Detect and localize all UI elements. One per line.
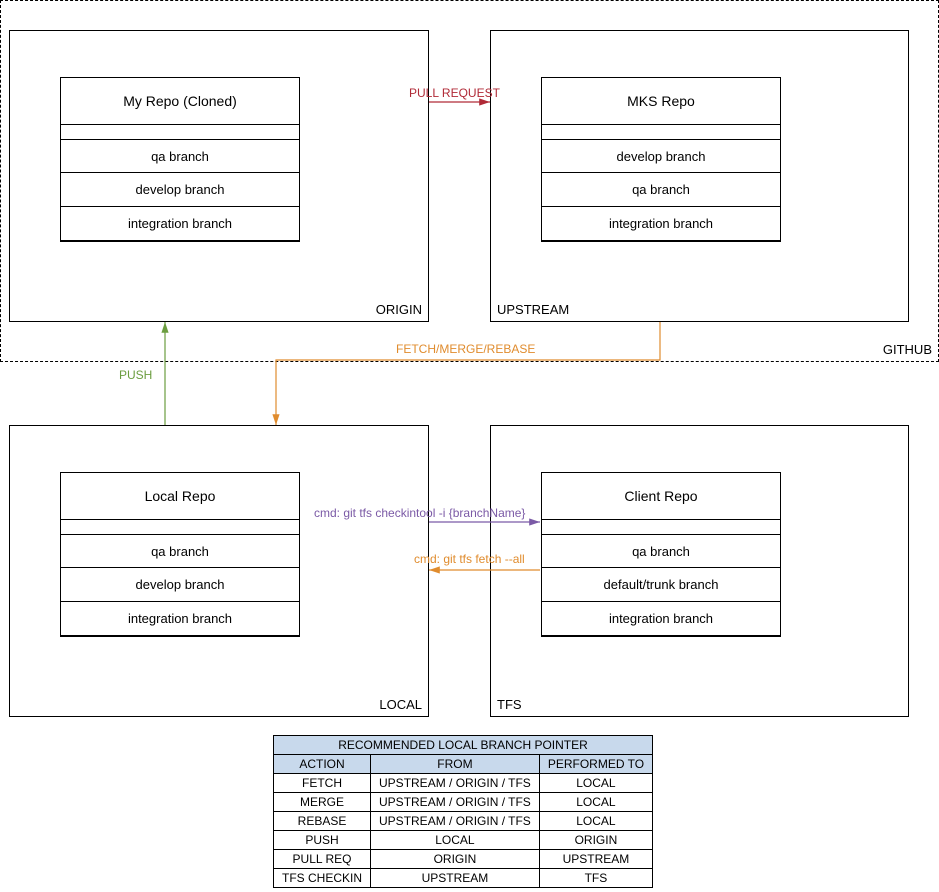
origin-block: ORIGIN My Repo (Cloned) qa branch develo… [9, 30, 429, 322]
branch-row: develop branch [60, 568, 300, 602]
branch-row: integration branch [541, 207, 781, 241]
table-header-to: PERFORMED TO [539, 755, 652, 774]
pull-request-label: PULL REQUEST [409, 86, 500, 100]
table-cell: TFS [539, 869, 652, 888]
table-cell: MERGE [274, 793, 371, 812]
table-row: PULL REQ ORIGIN UPSTREAM [274, 850, 653, 869]
table-cell: LOCAL [539, 812, 652, 831]
upstream-branch-list: develop branch qa branch integration bra… [541, 139, 781, 241]
table-cell: TFS CHECKIN [274, 869, 371, 888]
local-repo-title: Local Repo [60, 472, 300, 520]
branch-row: default/trunk branch [541, 568, 781, 602]
branch-row: qa branch [60, 534, 300, 568]
branch-row: qa branch [60, 139, 300, 173]
table-header-row: ACTION FROM PERFORMED TO [274, 755, 653, 774]
branch-row: qa branch [541, 173, 781, 207]
local-label: LOCAL [379, 697, 422, 712]
local-repo: Local Repo qa branch develop branch inte… [60, 472, 300, 637]
push-label: PUSH [119, 368, 152, 382]
table-row: TFS CHECKIN UPSTREAM TFS [274, 869, 653, 888]
fetch-cmd-label: cmd: git tfs fetch --all [414, 552, 525, 566]
table-cell: PUSH [274, 831, 371, 850]
table-row: PUSH LOCAL ORIGIN [274, 831, 653, 850]
table-row: FETCH UPSTREAM / ORIGIN / TFS LOCAL [274, 774, 653, 793]
table-cell: UPSTREAM [539, 850, 652, 869]
table-cell: LOCAL [539, 774, 652, 793]
table-cell: ORIGIN [371, 850, 540, 869]
github-label: GITHUB [883, 342, 932, 357]
origin-repo: My Repo (Cloned) qa branch develop branc… [60, 77, 300, 242]
table-cell: UPSTREAM / ORIGIN / TFS [371, 812, 540, 831]
table-row: REBASE UPSTREAM / ORIGIN / TFS LOCAL [274, 812, 653, 831]
branch-row: integration branch [60, 602, 300, 636]
table-header-from: FROM [371, 755, 540, 774]
upstream-block: UPSTREAM MKS Repo develop branch qa bran… [490, 30, 909, 322]
upstream-repo-title: MKS Repo [541, 77, 781, 125]
origin-label: ORIGIN [376, 302, 422, 317]
local-block: LOCAL Local Repo qa branch develop branc… [9, 425, 429, 717]
local-branch-list: qa branch develop branch integration bra… [60, 534, 300, 636]
table-cell: LOCAL [539, 793, 652, 812]
branch-row: qa branch [541, 534, 781, 568]
tfs-repo-title: Client Repo [541, 472, 781, 520]
tfs-branch-list: qa branch default/trunk branch integrati… [541, 534, 781, 636]
branch-row: develop branch [60, 173, 300, 207]
branch-row: integration branch [60, 207, 300, 241]
table-cell: REBASE [274, 812, 371, 831]
table-cell: FETCH [274, 774, 371, 793]
branch-row: develop branch [541, 139, 781, 173]
tfs-block: TFS Client Repo qa branch default/trunk … [490, 425, 909, 717]
table-title-row: RECOMMENDED LOCAL BRANCH POINTER [274, 736, 653, 755]
upstream-repo: MKS Repo develop branch qa branch integr… [541, 77, 781, 242]
table-cell: UPSTREAM [371, 869, 540, 888]
fetch-merge-rebase-label: FETCH/MERGE/REBASE [396, 342, 535, 356]
origin-branch-list: qa branch develop branch integration bra… [60, 139, 300, 241]
table-row: MERGE UPSTREAM / ORIGIN / TFS LOCAL [274, 793, 653, 812]
table-cell: UPSTREAM / ORIGIN / TFS [371, 793, 540, 812]
table-cell: LOCAL [371, 831, 540, 850]
branch-row: integration branch [541, 602, 781, 636]
table-cell: UPSTREAM / ORIGIN / TFS [371, 774, 540, 793]
checkin-cmd-label: cmd: git tfs checkintool -i {branchName} [314, 506, 525, 520]
table-header-action: ACTION [274, 755, 371, 774]
table-cell: ORIGIN [539, 831, 652, 850]
tfs-label: TFS [497, 697, 522, 712]
table-title: RECOMMENDED LOCAL BRANCH POINTER [274, 736, 653, 755]
tfs-repo: Client Repo qa branch default/trunk bran… [541, 472, 781, 637]
recommendation-table: RECOMMENDED LOCAL BRANCH POINTER ACTION … [273, 735, 653, 888]
upstream-label: UPSTREAM [497, 302, 569, 317]
table-cell: PULL REQ [274, 850, 371, 869]
origin-repo-title: My Repo (Cloned) [60, 77, 300, 125]
